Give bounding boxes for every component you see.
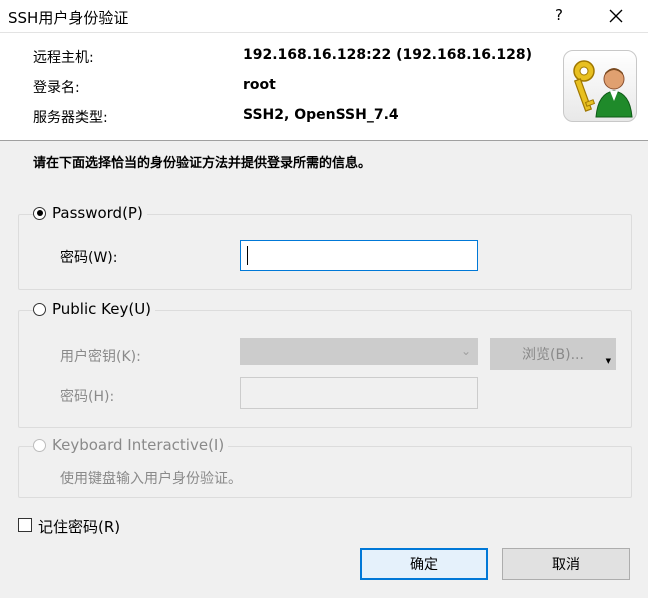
user-key-icon	[563, 50, 637, 122]
user-key-label: 用户密钥(K):	[60, 349, 141, 365]
dropdown-arrow-icon: ▼	[605, 357, 611, 365]
remember-password-checkbox[interactable]	[18, 518, 32, 532]
login-name-label: 登录名:	[33, 80, 80, 96]
login-name-value: root	[243, 77, 276, 93]
keyboard-interactive-radio-label: Keyboard Interactive(I)	[52, 436, 225, 454]
public-key-radio-label: Public Key(U)	[52, 300, 152, 318]
help-button[interactable]: ?	[555, 6, 563, 24]
password-radio-label: Password(P)	[52, 204, 143, 222]
server-type-label: 服务器类型:	[33, 110, 108, 126]
connection-info-panel: 远程主机: 192.168.16.128:22 (192.168.16.128)…	[0, 33, 648, 141]
ok-button-label: 确定	[410, 557, 438, 573]
server-type-value: SSH2, OpenSSH_7.4	[243, 107, 399, 123]
remote-host-label: 远程主机:	[33, 50, 94, 66]
cancel-button[interactable]: 取消	[502, 548, 630, 580]
instruction-text: 请在下面选择恰当的身份验证方法并提供登录所需的信息。	[33, 156, 372, 171]
browse-button-label: 浏览(B)...	[522, 347, 584, 363]
ok-button[interactable]: 确定	[360, 548, 488, 580]
keyboard-interactive-description: 使用键盘输入用户身份验证。	[60, 471, 242, 487]
public-key-radio[interactable]	[33, 302, 46, 316]
chevron-down-icon: ⌄	[460, 344, 471, 358]
browse-button[interactable]: 浏览(B)... ▼	[490, 338, 616, 370]
close-button[interactable]	[592, 0, 640, 32]
remote-host-value: 192.168.16.128:22 (192.168.16.128)	[243, 47, 532, 63]
public-key-radio-option[interactable]: Public Key(U)	[33, 300, 156, 318]
password-radio[interactable]	[33, 206, 46, 220]
window-title: SSH用户身份验证	[8, 9, 129, 27]
text-caret	[247, 246, 248, 265]
password-input[interactable]	[240, 240, 478, 271]
password-field-label: 密码(W):	[60, 250, 118, 266]
passphrase-input[interactable]	[240, 377, 478, 409]
close-icon	[609, 9, 623, 23]
cancel-button-label: 取消	[552, 557, 580, 573]
keyboard-interactive-radio-option[interactable]: Keyboard Interactive(I)	[33, 436, 229, 454]
passphrase-label: 密码(H):	[60, 389, 115, 405]
title-bar: SSH用户身份验证 ?	[0, 0, 648, 33]
user-key-select[interactable]: ⌄	[240, 338, 478, 365]
remember-password-label[interactable]: 记住密码(R)	[38, 516, 120, 537]
password-radio-option[interactable]: Password(P)	[33, 204, 147, 222]
keyboard-interactive-radio[interactable]	[33, 438, 46, 452]
